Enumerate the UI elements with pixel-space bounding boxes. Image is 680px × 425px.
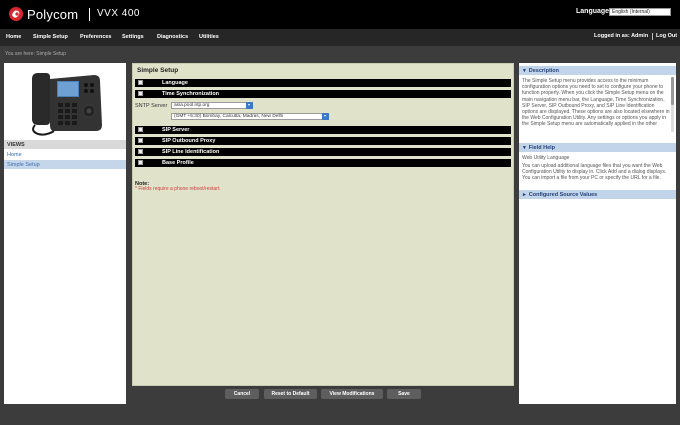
sntp-server-value: asia.pool.ntp.org (174, 103, 210, 108)
language-label: Language (576, 8, 610, 15)
section-label: SIP Outbound Proxy (162, 138, 216, 144)
left-panel: VIEWS Home Simple Setup (4, 63, 126, 404)
language-select[interactable]: English (Internal) (609, 8, 671, 16)
description-heading: Description (528, 68, 560, 74)
main-content: Simple Setup Language Time Synchronizati… (132, 63, 514, 386)
description-scrollbar-thumb[interactable] (671, 77, 674, 105)
help-panel: ▾ Description The Simple Setup menu provi… (519, 63, 676, 404)
collapse-triangle-icon: ▾ (523, 68, 526, 74)
view-modifications-button[interactable]: View Modifications (321, 389, 383, 399)
polycom-logo: Polycom (8, 6, 78, 22)
view-item-simple-setup[interactable]: Simple Setup (4, 160, 126, 169)
section-label: Language (162, 80, 188, 86)
nav-settings[interactable]: Settings (122, 34, 144, 40)
timezone-value: (GMT +5:30) Bombay, Calcutta, Madras, Ne… (174, 114, 284, 119)
nav-home[interactable]: Home (6, 34, 21, 40)
breadcrumb: You are here: Simple Setup (5, 51, 66, 57)
expand-checkbox[interactable] (138, 160, 143, 165)
save-button[interactable]: Save (387, 389, 421, 399)
section-sip-server[interactable]: SIP Server (135, 126, 511, 134)
expand-triangle-icon: ▸ (523, 192, 526, 198)
section-label: Base Profile (162, 160, 194, 166)
expand-checkbox[interactable] (138, 127, 143, 132)
sntp-server-select[interactable]: asia.pool.ntp.org (171, 102, 253, 109)
description-text: The Simple Setup menu provides access to… (522, 78, 670, 128)
dropdown-arrow-icon[interactable] (246, 102, 253, 109)
section-language[interactable]: Language (135, 79, 511, 87)
expand-checkbox[interactable] (138, 138, 143, 143)
brand-name: Polycom (27, 6, 79, 22)
field-help-header[interactable]: ▾ Field Help (519, 143, 676, 152)
section-time-sync[interactable]: Time Synchronization (135, 90, 511, 98)
nav-divider (652, 33, 653, 40)
section-sip-line-identification[interactable]: SIP Line Identification (135, 148, 511, 156)
configured-source-values-header[interactable]: ▸ Configured Source Values (519, 190, 676, 199)
nav-simple-setup[interactable]: Simple Setup (33, 34, 68, 40)
expand-checkbox[interactable] (138, 91, 143, 96)
dropdown-arrow-icon[interactable] (322, 113, 329, 120)
phone-image (4, 63, 126, 140)
field-help-title: Web Utility Language (522, 155, 570, 161)
field-help-text: You can upload additional language files… (522, 163, 667, 182)
expand-checkbox[interactable] (138, 149, 143, 154)
polycom-logo-icon (8, 6, 24, 22)
phone-illustration-icon (32, 72, 102, 136)
timezone-select[interactable]: (GMT +5:30) Bombay, Calcutta, Madras, Ne… (171, 113, 329, 120)
section-base-profile[interactable]: Base Profile (135, 159, 511, 167)
collapse-triangle-icon: ▾ (523, 145, 526, 151)
view-item-home[interactable]: Home (4, 150, 126, 159)
expand-checkbox[interactable] (138, 80, 143, 85)
cancel-button[interactable]: Cancel (225, 389, 259, 399)
header: Polycom VVX 400 Language English (Intern… (0, 0, 680, 29)
logout-link[interactable]: Log Out (656, 33, 677, 39)
field-help-heading: Field Help (528, 145, 556, 151)
main-nav: Home Simple Setup Preferences Settings D… (0, 29, 680, 46)
reset-to-default-button[interactable]: Reset to Default (264, 389, 317, 399)
section-label: SIP Server (162, 127, 190, 133)
nav-diagnostics[interactable]: Diagnostics (157, 34, 188, 40)
section-label: Time Synchronization (162, 91, 220, 97)
description-header[interactable]: ▾ Description (519, 66, 676, 75)
header-divider (89, 8, 90, 21)
phone-model: VVX 400 (97, 8, 140, 19)
note-text: * Fields require a phone reboot/restart. (135, 186, 221, 192)
configured-heading: Configured Source Values (528, 192, 598, 198)
logged-in-user: Logged in as: Admin (594, 33, 649, 39)
nav-utilities[interactable]: Utilities (199, 34, 219, 40)
page-title: Simple Setup (137, 67, 179, 74)
section-label: SIP Line Identification (162, 149, 220, 155)
views-heading: VIEWS (4, 140, 126, 149)
sntp-server-label: SNTP Server (135, 103, 168, 109)
nav-preferences[interactable]: Preferences (80, 34, 112, 40)
section-sip-outbound-proxy[interactable]: SIP Outbound Proxy (135, 137, 511, 145)
